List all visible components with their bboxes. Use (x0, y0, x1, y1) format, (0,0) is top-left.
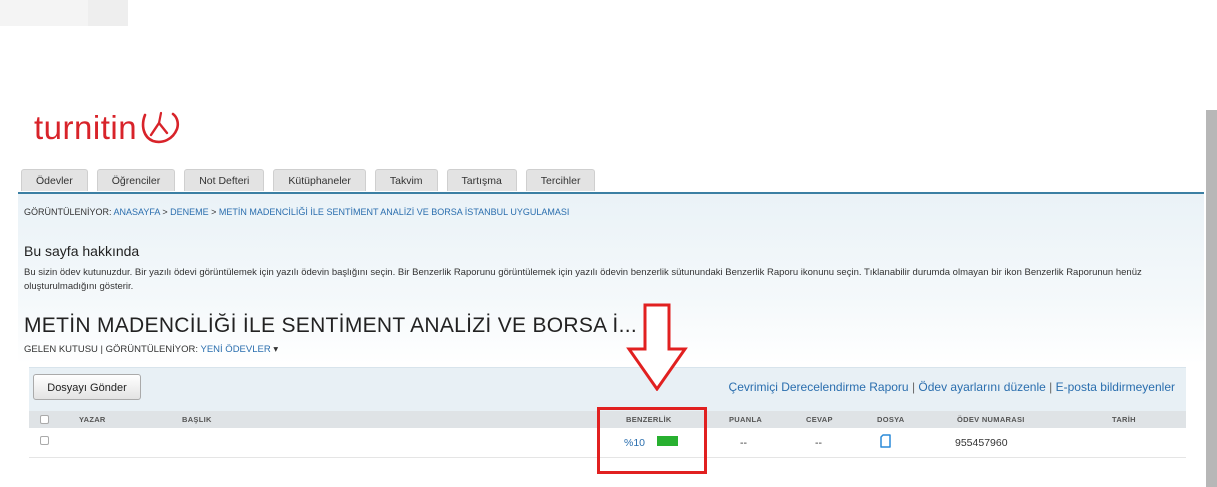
about-title: Bu sayfa hakkında (24, 243, 140, 259)
row-grade[interactable]: -- (740, 437, 747, 449)
vertical-scrollbar[interactable] (1206, 110, 1217, 487)
select-all-checkbox[interactable] (40, 415, 49, 424)
tab-tercihler[interactable]: Tercihler (525, 169, 596, 191)
toolbar-actions: Çevrimiçi Derecelendirme Raporu | Ödev a… (729, 380, 1175, 394)
tab-kutuphaneler[interactable]: Kütüphaneler (273, 169, 366, 191)
breadcrumb-prefix: GÖRÜNTÜLENİYOR: (24, 207, 114, 217)
row-response: -- (815, 437, 822, 449)
breadcrumb-separator: > (159, 207, 171, 217)
document-icon[interactable] (880, 434, 891, 453)
col-header-response[interactable]: CEVAP (806, 415, 833, 424)
edit-assignment-settings-link[interactable]: Ödev ayarlarını düzenle (918, 380, 1045, 394)
online-grading-report-link[interactable]: Çevrimiçi Derecelendirme Raporu (729, 380, 909, 394)
email-non-submitters-link[interactable]: E-posta bildirmeyenler (1056, 380, 1175, 394)
tab-tartisma[interactable]: Tartışma (446, 169, 517, 191)
col-header-date[interactable]: TARİH (1112, 415, 1136, 424)
col-header-author[interactable]: YAZAR (79, 415, 106, 424)
breadcrumb-home-link[interactable]: ANASAYFA (114, 207, 160, 217)
breadcrumb-class-link[interactable]: DENEME (170, 207, 209, 217)
tab-ogrenciler[interactable]: Öğrenciler (96, 169, 176, 191)
annotation-down-arrow-icon (626, 303, 688, 396)
chevron-down-icon[interactable]: ▾ (271, 344, 278, 355)
breadcrumb-assignment: METİN MADENCİLİĞİ İLE SENTİMENT ANALİZİ … (218, 207, 570, 217)
col-header-grade[interactable]: PUANLA (729, 415, 762, 424)
turnitin-logo[interactable]: turnitin (34, 111, 181, 151)
col-header-title[interactable]: BAŞLIK (182, 415, 212, 424)
breadcrumb: GÖRÜNTÜLENİYOR: ANASAYFA > DENEME > METİ… (24, 207, 569, 217)
col-header-file[interactable]: DOSYA (877, 415, 904, 424)
action-separator: | (1045, 380, 1056, 394)
assignment-title: METİN MADENCİLİĞİ İLE SENTİMENT ANALİZİ … (24, 314, 637, 337)
submit-file-button[interactable]: Dosyayı Gönder (33, 374, 141, 400)
logo-mark-icon (139, 111, 181, 152)
view-prefix: GÖRÜNTÜLENİYOR: (105, 344, 201, 355)
about-text: Bu sizin ödev kutunuzdur. Bir yazılı öde… (24, 267, 1142, 292)
row-paper-id: 955457960 (955, 437, 1008, 449)
main-tabs: Ödevler Öğrenciler Not Defteri Kütüphane… (21, 169, 604, 192)
top-gray-area-2 (88, 0, 128, 26)
action-separator: | (908, 380, 919, 394)
row-checkbox[interactable] (40, 436, 49, 445)
tab-not-defteri[interactable]: Not Defteri (184, 169, 265, 191)
logo-text: turnitin (34, 109, 138, 146)
annotation-highlight-box (597, 407, 707, 474)
view-separator: | (97, 344, 106, 355)
inbox-label: GELEN KUTUSU (24, 344, 98, 355)
col-header-paper-id[interactable]: ÖDEV NUMARASI (957, 415, 1025, 424)
view-filter-dropdown[interactable]: YENİ ÖDEVLER (201, 344, 271, 355)
tab-odevler[interactable]: Ödevler (21, 169, 88, 191)
breadcrumb-separator: > (208, 207, 219, 217)
inbox-view-line: GELEN KUTUSU | GÖRÜNTÜLENİYOR: YENİ ÖDEV… (24, 344, 278, 355)
tab-takvim[interactable]: Takvim (374, 169, 438, 191)
